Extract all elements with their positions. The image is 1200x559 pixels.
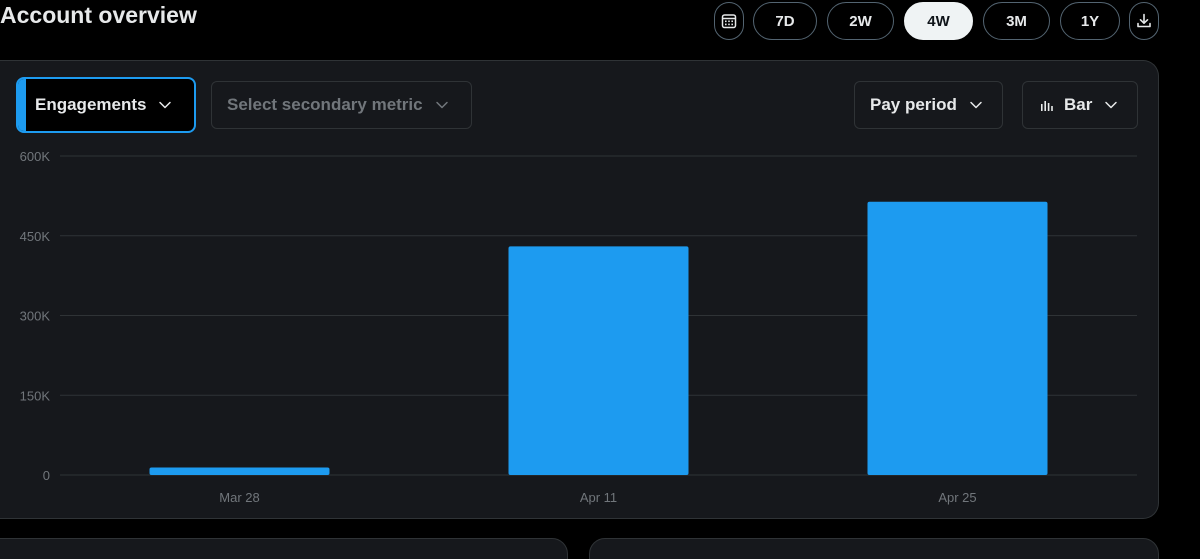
bar[interactable] [149, 467, 330, 475]
secondary-metric-dropdown[interactable]: Select secondary metric [211, 81, 472, 129]
y-tick-label: 300K [20, 309, 51, 324]
period-dropdown[interactable]: Pay period [854, 81, 1003, 129]
x-axis-ticks: Mar 28 Apr 11 Apr 25 [219, 490, 976, 505]
y-tick-label: 600K [20, 149, 51, 164]
range-7d-button[interactable]: 7D [753, 2, 817, 40]
y-tick-label: 150K [20, 388, 51, 403]
download-icon [1137, 13, 1151, 28]
bars [149, 201, 1048, 475]
chevron-down-icon [158, 98, 172, 112]
chart-type-dropdown[interactable]: Bar [1022, 81, 1138, 129]
range-1y-button[interactable]: 1Y [1060, 2, 1120, 40]
y-axis-ticks: 0 150K 300K 450K 600K [20, 149, 51, 483]
bar[interactable] [508, 246, 689, 475]
y-tick-label: 0 [43, 468, 50, 483]
engagements-bar-chart: 0 150K 300K 450K 600K Mar 28 Apr 11 Apr 25 [20, 149, 1137, 505]
range-3m-button[interactable]: 3M [983, 2, 1050, 40]
calendar-button[interactable] [714, 2, 744, 40]
bar-chart-icon [1040, 98, 1054, 112]
chart-type-label: Bar [1064, 95, 1093, 114]
x-tick-label: Mar 28 [219, 490, 259, 505]
date-range-bar: 7D 2W 4W 3M 1Y [0, 2, 1200, 40]
download-button[interactable] [1129, 2, 1159, 40]
metric-color-indicator [18, 79, 26, 131]
summary-card-right [589, 538, 1159, 559]
chevron-down-icon [969, 98, 983, 112]
secondary-metric-placeholder: Select secondary metric [227, 95, 423, 114]
x-tick-label: Apr 25 [938, 490, 976, 505]
primary-metric-dropdown[interactable]: Engagements [16, 77, 196, 133]
analytics-page: Account overview 7D 2W 4W 3M 1Y Engageme… [0, 0, 1200, 559]
bar[interactable] [867, 201, 1048, 475]
range-2w-button[interactable]: 2W [827, 2, 894, 40]
range-4w-button[interactable]: 4W [904, 2, 973, 40]
chevron-down-icon [1104, 98, 1118, 112]
calendar-icon [721, 14, 737, 29]
y-tick-label: 450K [20, 229, 51, 244]
primary-metric-label: Engagements [35, 95, 147, 114]
chevron-down-icon [435, 98, 449, 112]
summary-card-left [0, 538, 568, 559]
x-tick-label: Apr 11 [580, 490, 617, 505]
period-label: Pay period [870, 95, 957, 114]
